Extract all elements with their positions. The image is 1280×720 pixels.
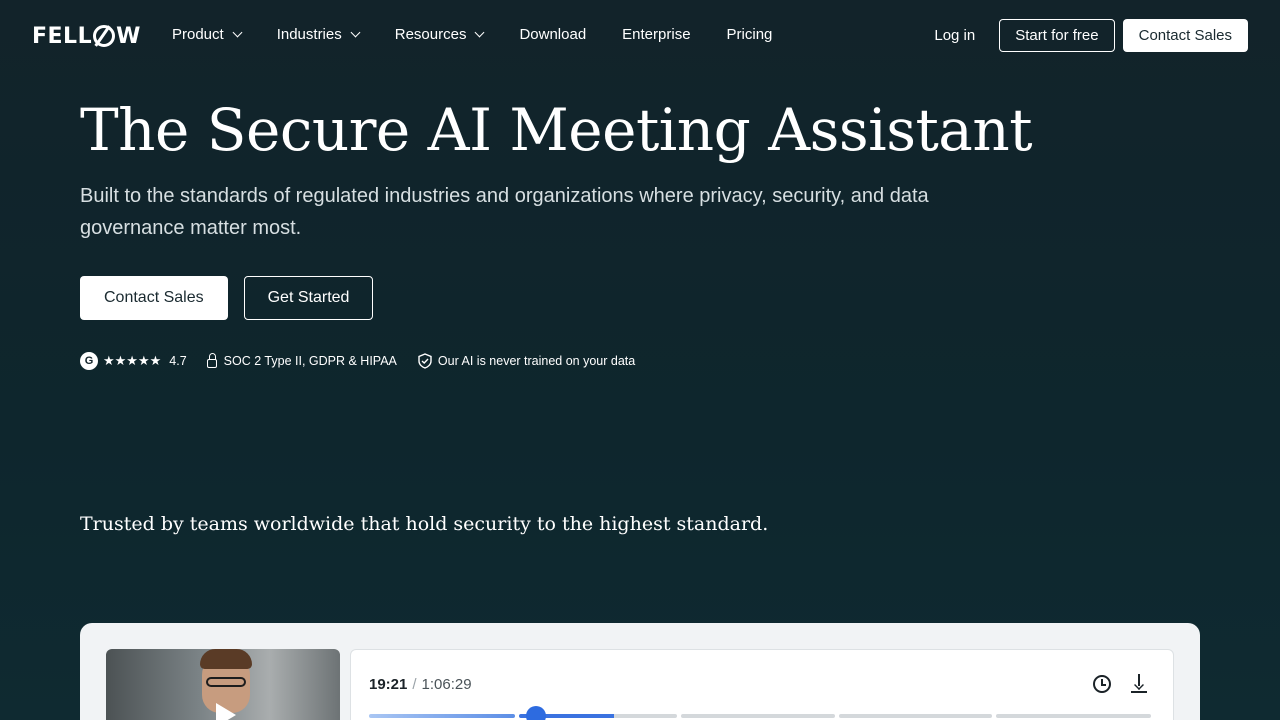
play-icon[interactable] <box>216 703 236 720</box>
rating-value: 4.7 <box>169 354 187 368</box>
total-time: 1:06:29 <box>421 676 472 693</box>
person-glasses <box>206 677 246 687</box>
timeline-segment <box>838 714 992 718</box>
trusted-by-heading: Trusted by teams worldwide that hold sec… <box>80 513 769 535</box>
hero-cta-group: Contact Sales Get Started <box>80 276 374 320</box>
person-hair <box>200 649 252 669</box>
login-link[interactable]: Log in <box>934 27 975 44</box>
ai-privacy-text: Our AI is never trained on your data <box>437 354 636 368</box>
timeline-track[interactable] <box>369 714 1155 718</box>
hero-subtitle: Built to the standards of regulated indu… <box>80 185 929 239</box>
fellow-logo[interactable]: FELL W <box>32 22 141 50</box>
time-separator: / <box>412 676 417 693</box>
nav-item-label: Industries <box>276 26 342 43</box>
nav-item-enterprise[interactable]: Enterprise <box>622 26 690 43</box>
nav-item-resources[interactable]: Resources <box>394 26 485 43</box>
nav-item-product[interactable]: Product <box>172 26 243 43</box>
current-time: 19:21 <box>369 676 408 693</box>
nav-item-download[interactable]: Download <box>519 26 586 43</box>
ai-privacy-badge: Our AI is never trained on your data <box>417 353 635 369</box>
compliance-text: SOC 2 Type II, GDPR & HIPAA <box>223 354 397 368</box>
shield-check-icon <box>418 353 432 369</box>
nav-item-label: Enterprise <box>622 26 691 43</box>
recording-player: 19:21/1:06:29 <box>350 649 1174 720</box>
get-started-button[interactable]: Get Started <box>243 276 374 320</box>
timeline-segment <box>369 714 516 718</box>
nav-item-pricing[interactable]: Pricing <box>727 26 773 43</box>
nav-actions: Log in Start for free Contact Sales <box>934 19 1248 52</box>
top-nav: FELL W Product Industries Resources Downl… <box>0 0 1280 72</box>
star-rating-icon: ★★★★★ <box>103 353 162 368</box>
start-free-button[interactable]: Start for free <box>999 19 1115 52</box>
timeline-segment <box>681 714 835 718</box>
product-preview-card: 19:21/1:06:29 <box>80 623 1200 720</box>
timeline-segment <box>995 714 1151 718</box>
nav-item-label: Pricing <box>726 26 773 43</box>
contact-sales-button[interactable]: Contact Sales <box>80 276 228 320</box>
chevron-down-icon <box>232 27 243 38</box>
nav-item-label: Product <box>172 26 224 43</box>
nav-contact-sales-button[interactable]: Contact Sales <box>1122 19 1248 52</box>
hero-title: The Secure AI Meeting Assistant <box>80 96 1033 164</box>
timeline-scrubber-handle[interactable] <box>526 706 546 720</box>
rating-badge: G ★★★★★ 4.7 <box>80 352 187 370</box>
clock-icon[interactable] <box>1093 675 1111 693</box>
g2-logo-icon: G <box>80 352 98 370</box>
lock-icon <box>206 352 217 368</box>
nav-item-label: Resources <box>394 26 467 43</box>
trust-badges: G ★★★★★ 4.7 SOC 2 Type II, GDPR & HIPAA … <box>80 352 655 370</box>
chevron-down-icon <box>350 27 361 38</box>
playback-time: 19:21/1:06:29 <box>369 676 472 693</box>
nav-item-label: Download <box>519 26 587 43</box>
chevron-down-icon <box>475 27 485 38</box>
compliance-badge: SOC 2 Type II, GDPR & HIPAA <box>206 352 397 368</box>
download-icon[interactable] <box>1131 674 1147 694</box>
nav-item-industries[interactable]: Industries <box>276 26 361 43</box>
video-thumbnail[interactable] <box>106 649 340 720</box>
nav-links: Product Industries Resources Download En… <box>172 26 808 43</box>
